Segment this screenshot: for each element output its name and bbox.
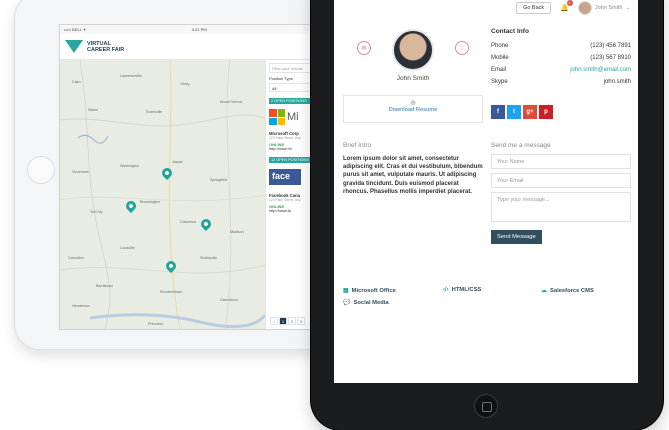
city-label: Owensboro	[220, 298, 239, 302]
notification-badge: 1	[566, 0, 573, 6]
message-title: Send me a message	[491, 142, 551, 149]
code-icon: ‹/›	[443, 287, 449, 293]
contact-label: Email	[491, 67, 507, 73]
social-links: f t g+ p	[491, 105, 553, 119]
brief-intro: Brief Intro Lorem ipsum dolor sit amet, …	[343, 142, 483, 196]
logo-icon	[65, 40, 83, 53]
facebook-logo: face	[269, 169, 301, 185]
home-button-icon	[27, 156, 55, 184]
skill-label: Microsoft Office	[351, 287, 396, 294]
name-field[interactable]: Your Name	[491, 154, 631, 169]
message-icon[interactable]: ✉	[357, 41, 371, 55]
avatar	[577, 0, 592, 15]
city-label: Springfield	[210, 178, 227, 182]
app-logo-text: VIRTUAL CAREER FAIR	[87, 40, 125, 53]
carrier-text: ••••• BELL ✦	[64, 27, 87, 32]
phone-value: (123) 456 7891	[590, 43, 631, 49]
status-time: 4:21 PM	[191, 27, 207, 32]
city-label: Bloomington	[140, 200, 160, 204]
skill-item: 💬 Social Media	[343, 299, 389, 307]
profile-name: John Smith	[396, 75, 430, 82]
user-menu[interactable]: John Smith ⌄	[577, 0, 630, 15]
go-back-button[interactable]: Go Back	[516, 1, 552, 14]
city-label: Carrollton	[68, 256, 84, 260]
download-label: Download Resume	[388, 107, 438, 113]
chevron-down-icon: ⌄	[625, 4, 630, 11]
city-label: Cairo	[72, 80, 81, 84]
city-label: Elizabethtown	[160, 290, 183, 294]
back-tablet-screen: ••••• BELL ✦ 4:21 PM ▭ VIRTUAL CAREER FA…	[59, 24, 321, 330]
skill-item: ‹/› HTML/CSS	[443, 287, 481, 293]
contact-title: Contact Info	[491, 28, 529, 35]
city-label: Mount Vernon	[220, 100, 243, 104]
page-button[interactable]: 3	[297, 317, 305, 325]
city-label: Salem	[88, 108, 99, 112]
city-label: Shelbyville	[200, 256, 218, 260]
heart-icon[interactable]: ♡	[455, 41, 469, 55]
skill-label: Salesforce CMS	[550, 287, 594, 294]
home-button-icon	[474, 394, 498, 418]
city-label: Louisville	[120, 246, 135, 250]
skill-label: HTML/CSS	[451, 287, 482, 293]
page-prev-button[interactable]: ‹	[270, 317, 278, 325]
app-header: VIRTUAL CAREER FAIR	[60, 34, 320, 60]
city-label: Vincennes	[72, 170, 89, 174]
map-view[interactable]: Cairo Lawrenceville Olney Mount Vernon S…	[60, 59, 267, 329]
skill-label: Social Media	[353, 299, 389, 306]
city-label: Washington	[120, 164, 139, 168]
message-form: Send me a message Your Name Your Email T…	[491, 142, 631, 244]
company-logo-text: Mi	[287, 111, 299, 123]
chat-icon: 💬	[343, 300, 351, 306]
contact-row: Skype john.smith	[491, 79, 631, 85]
intro-text: Lorem ipsum dolor sit amet, consectetur …	[343, 156, 483, 195]
download-resume-button[interactable]: ⊕ Download Resume	[343, 95, 483, 123]
city-label: Princeton	[148, 322, 164, 326]
status-bar: ••••• BELL ✦ 4:21 PM ▭	[60, 25, 320, 34]
city-label: Tell City	[90, 210, 103, 214]
skype-value: john.smith	[603, 79, 631, 85]
mobile-value: (123) 567 8910	[590, 55, 631, 61]
contact-row: Mobile (123) 567 8910	[491, 55, 631, 61]
bell-icon[interactable]: 🔔 1	[560, 0, 573, 12]
twitter-icon[interactable]: t	[507, 105, 521, 119]
microsoft-logo-icon	[269, 109, 285, 125]
profile-screen: Go Back 🔔 1 John Smith ⌄ ✉ ♡ John Smith ⊕…	[334, 0, 638, 383]
profile-card: ✉ ♡ John Smith	[343, 24, 483, 88]
city-label: Lawrenceville	[120, 74, 142, 78]
pagination: ‹ 1 2 3	[270, 317, 305, 325]
windows-icon: ▦	[343, 288, 349, 294]
city-label: Henderson	[72, 304, 90, 308]
facebook-icon[interactable]: f	[491, 105, 505, 119]
message-textarea[interactable]: Type your message...	[491, 192, 631, 222]
city-label: Columbus	[180, 220, 197, 224]
contact-info: Contact Info Phone (123) 456 7891 Mobile…	[491, 28, 631, 91]
city-label: Olney	[180, 82, 190, 86]
profile-avatar	[392, 29, 434, 71]
top-bar: Go Back 🔔 1 John Smith ⌄	[334, 0, 638, 15]
contact-label: Skype	[491, 79, 508, 85]
page-button[interactable]: 1	[279, 317, 287, 325]
intro-title: Brief Intro	[343, 142, 372, 149]
city-label: Madison	[230, 230, 244, 234]
email-field[interactable]: Your Email	[491, 173, 631, 188]
city-label: Evansville	[146, 110, 163, 114]
pinterest-icon[interactable]: p	[539, 105, 553, 119]
city-label: Bardstown	[96, 284, 113, 288]
google-plus-icon[interactable]: g+	[523, 105, 537, 119]
contact-row: Phone (123) 456 7891	[491, 43, 631, 49]
cloud-icon: ☁	[541, 288, 547, 294]
contact-label: Phone	[491, 43, 509, 49]
skill-item: ☁ Salesforce CMS	[541, 287, 594, 295]
user-name: John Smith	[594, 4, 623, 11]
send-message-button[interactable]: Send Message	[491, 230, 542, 244]
contact-label: Mobile	[491, 55, 509, 61]
page-button[interactable]: 2	[288, 317, 296, 325]
contact-row: Email john.smith@email.com	[491, 67, 631, 73]
city-label: Jasper	[172, 160, 183, 164]
skill-item: ▦ Microsoft Office	[343, 287, 396, 295]
download-icon: ⊕	[410, 100, 416, 107]
email-link[interactable]: john.smith@email.com	[570, 67, 631, 73]
